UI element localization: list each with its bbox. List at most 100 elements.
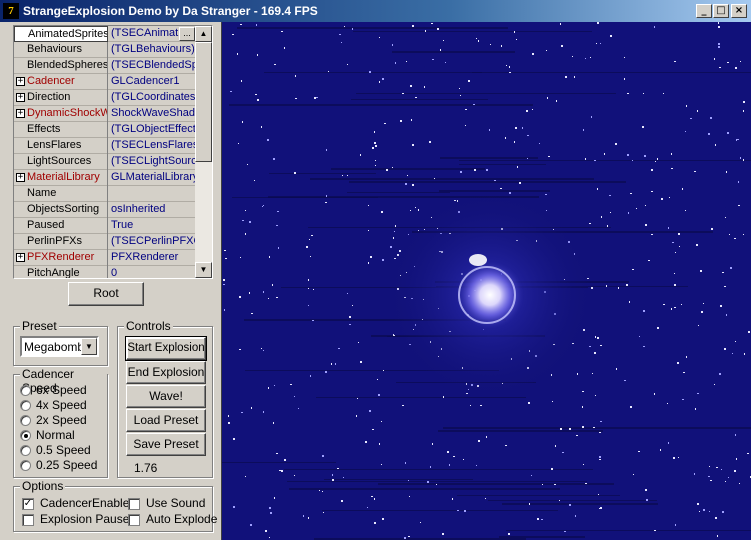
inspector-row[interactable]: Paused True <box>14 218 195 234</box>
particle <box>669 197 670 198</box>
particle <box>382 259 384 261</box>
inspector-row[interactable]: Name <box>14 186 195 202</box>
chevron-down-icon[interactable]: ▼ <box>81 338 97 355</box>
streak <box>440 157 538 159</box>
scroll-thumb[interactable] <box>195 42 212 162</box>
radio-button[interactable] <box>20 445 31 456</box>
particle <box>726 314 727 316</box>
inspector-row[interactable]: AnimatedSprites (TSECAnimat... <box>14 26 195 42</box>
particle <box>352 305 353 306</box>
inspector-row[interactable]: Direction + (TGLCoordinates3 <box>14 90 195 106</box>
radio-button[interactable] <box>20 415 31 426</box>
particle <box>678 457 679 458</box>
expand-plus-icon[interactable]: + <box>16 253 25 262</box>
end-explosion-button[interactable]: End Explosion <box>126 361 206 384</box>
ellipsis-button[interactable]: ... <box>179 27 195 41</box>
particle <box>678 233 680 235</box>
inspector-row[interactable]: PFXRenderer + PFXRenderer <box>14 250 195 266</box>
particle <box>251 313 253 314</box>
property-value[interactable]: (TSECLightSource <box>109 154 195 170</box>
inspector-row[interactable]: LightSources (TSECLightSource <box>14 154 195 170</box>
streak <box>264 72 482 73</box>
particle <box>695 408 696 410</box>
property-value[interactable]: 0 <box>109 266 195 278</box>
property-value[interactable]: GLMaterialLibrary <box>109 170 195 186</box>
particle <box>412 184 414 186</box>
particle <box>596 43 597 44</box>
property-value[interactable]: GLCadencer1 <box>109 74 195 90</box>
particle <box>310 256 311 257</box>
particle <box>714 58 715 60</box>
particle <box>268 387 269 389</box>
particle <box>368 205 369 206</box>
property-value[interactable]: (TGLBehaviours) <box>109 42 195 58</box>
root-button[interactable]: Root <box>68 282 144 306</box>
property-value[interactable]: (TGLObjectEffects <box>109 122 195 138</box>
close-button[interactable]: × <box>731 4 747 18</box>
particle <box>392 44 393 46</box>
particle <box>374 522 376 524</box>
scroll-down-arrow-icon[interactable]: ▼ <box>195 262 212 278</box>
inspector-row[interactable]: MaterialLibrary + GLMaterialLibrary <box>14 170 195 186</box>
inspector-row[interactable]: ObjectsSorting osInherited <box>14 202 195 218</box>
particle <box>251 407 252 409</box>
property-value[interactable] <box>109 186 195 202</box>
particle <box>730 267 732 269</box>
inspector-row[interactable]: PerlinPFXs (TSECPerlinPFXC <box>14 234 195 250</box>
property-value[interactable]: (TGLCoordinates3 <box>109 90 195 106</box>
particle <box>718 43 720 45</box>
save-preset-button[interactable]: Save Preset <box>126 433 206 456</box>
streak <box>457 495 620 496</box>
inspector-row[interactable]: LensFlares (TSECLensFlares) <box>14 138 195 154</box>
inspector-scrollbar[interactable]: ▲ ▼ <box>195 26 212 278</box>
particle <box>657 327 659 329</box>
checkbox-box[interactable] <box>128 514 140 526</box>
inspector-row[interactable]: Behaviours (TGLBehaviours) <box>14 42 195 58</box>
expand-plus-icon[interactable]: + <box>16 93 25 102</box>
particle <box>582 426 584 428</box>
checkbox-box[interactable] <box>22 514 34 526</box>
scene-viewport[interactable] <box>221 22 751 540</box>
property-value[interactable]: PFXRenderer <box>109 250 195 266</box>
preset-select[interactable]: Megabomb ▼ <box>20 336 99 357</box>
maximize-button[interactable]: □ <box>713 4 729 18</box>
scroll-up-arrow-icon[interactable]: ▲ <box>195 26 212 42</box>
property-value[interactable]: (TSECBlendedSpl <box>109 58 195 74</box>
inspector-row[interactable]: DynamicShockWave+ ShockWaveShad <box>14 106 195 122</box>
property-value[interactable]: osInherited <box>109 202 195 218</box>
particle <box>615 143 617 145</box>
checkbox-box[interactable]: ✓ <box>22 498 34 510</box>
object-inspector[interactable]: AnimatedSprites (TSECAnimat... Behaviours(… <box>13 25 213 279</box>
streak <box>289 488 560 490</box>
load-preset-button[interactable]: Load Preset <box>126 409 206 432</box>
radio-button[interactable] <box>20 400 31 411</box>
particle <box>375 165 376 166</box>
inspector-row[interactable]: Effects (TGLObjectEffects <box>14 122 195 138</box>
radio-button[interactable] <box>20 460 31 471</box>
particle <box>263 205 264 206</box>
expand-plus-icon[interactable]: + <box>16 109 25 118</box>
start-explosion-button[interactable]: Start Explosion <box>125 336 207 361</box>
inspector-row[interactable]: PitchAngle 0 <box>14 266 195 278</box>
title-bar[interactable]: 7 StrangeExplosion Demo by Da Stranger -… <box>0 0 751 22</box>
inspector-row[interactable]: BlendedSpheres (TSECBlendedSpl <box>14 58 195 74</box>
property-value[interactable]: (TSECPerlinPFXC <box>109 234 195 250</box>
radio-button[interactable] <box>20 430 31 441</box>
property-value[interactable]: (TSECLensFlares) <box>109 138 195 154</box>
particle <box>274 385 275 386</box>
particle <box>319 490 320 491</box>
radio-button[interactable] <box>20 385 31 396</box>
particle <box>294 396 295 397</box>
streak <box>488 500 657 501</box>
expand-plus-icon[interactable]: + <box>16 77 25 86</box>
property-value[interactable]: True <box>109 218 195 234</box>
minimize-button[interactable]: _ <box>696 4 712 18</box>
checkbox-box[interactable] <box>128 498 140 510</box>
particle <box>522 127 523 129</box>
expand-plus-icon[interactable]: + <box>16 173 25 182</box>
inspector-row[interactable]: Cadencer + GLCadencer1 <box>14 74 195 90</box>
app-icon[interactable]: 7 <box>3 3 19 19</box>
wave-button[interactable]: Wave! <box>126 385 206 408</box>
property-value[interactable]: ShockWaveShad <box>109 106 195 122</box>
particle <box>408 536 410 537</box>
